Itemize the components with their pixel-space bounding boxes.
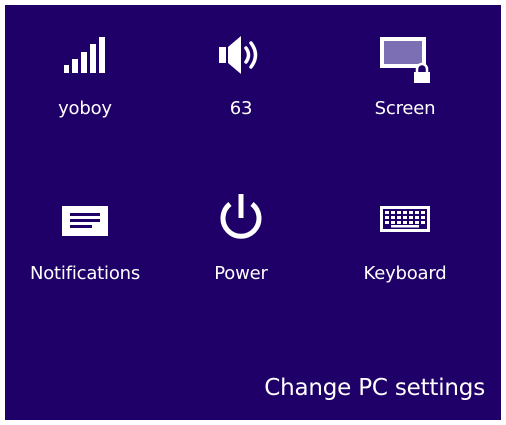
keyboard-icon [327,200,483,244]
volume-tile[interactable]: 63 [163,5,319,125]
keyboard-tile[interactable]: Keyboard [327,170,483,290]
screen-tile[interactable]: Screen [327,5,483,125]
settings-panel: yoboy 63 Screen Notifications Power Keyb… [5,5,501,420]
change-pc-settings-link[interactable]: Change PC settings [264,373,485,403]
screen-lock-icon [327,35,483,83]
power-label: Power [214,263,268,284]
power-icon [163,194,319,244]
keyboard-label: Keyboard [363,263,447,284]
volume-icon [163,35,319,79]
screen-label: Screen [374,98,436,119]
volume-label: 63 [229,98,253,119]
network-tile[interactable]: yoboy [7,5,163,125]
notifications-icon [7,200,163,244]
network-signal-icon [7,35,163,79]
network-label: yoboy [58,98,112,119]
power-tile[interactable]: Power [163,170,319,290]
notifications-label: Notifications [29,263,141,284]
notifications-tile[interactable]: Notifications [7,170,163,290]
